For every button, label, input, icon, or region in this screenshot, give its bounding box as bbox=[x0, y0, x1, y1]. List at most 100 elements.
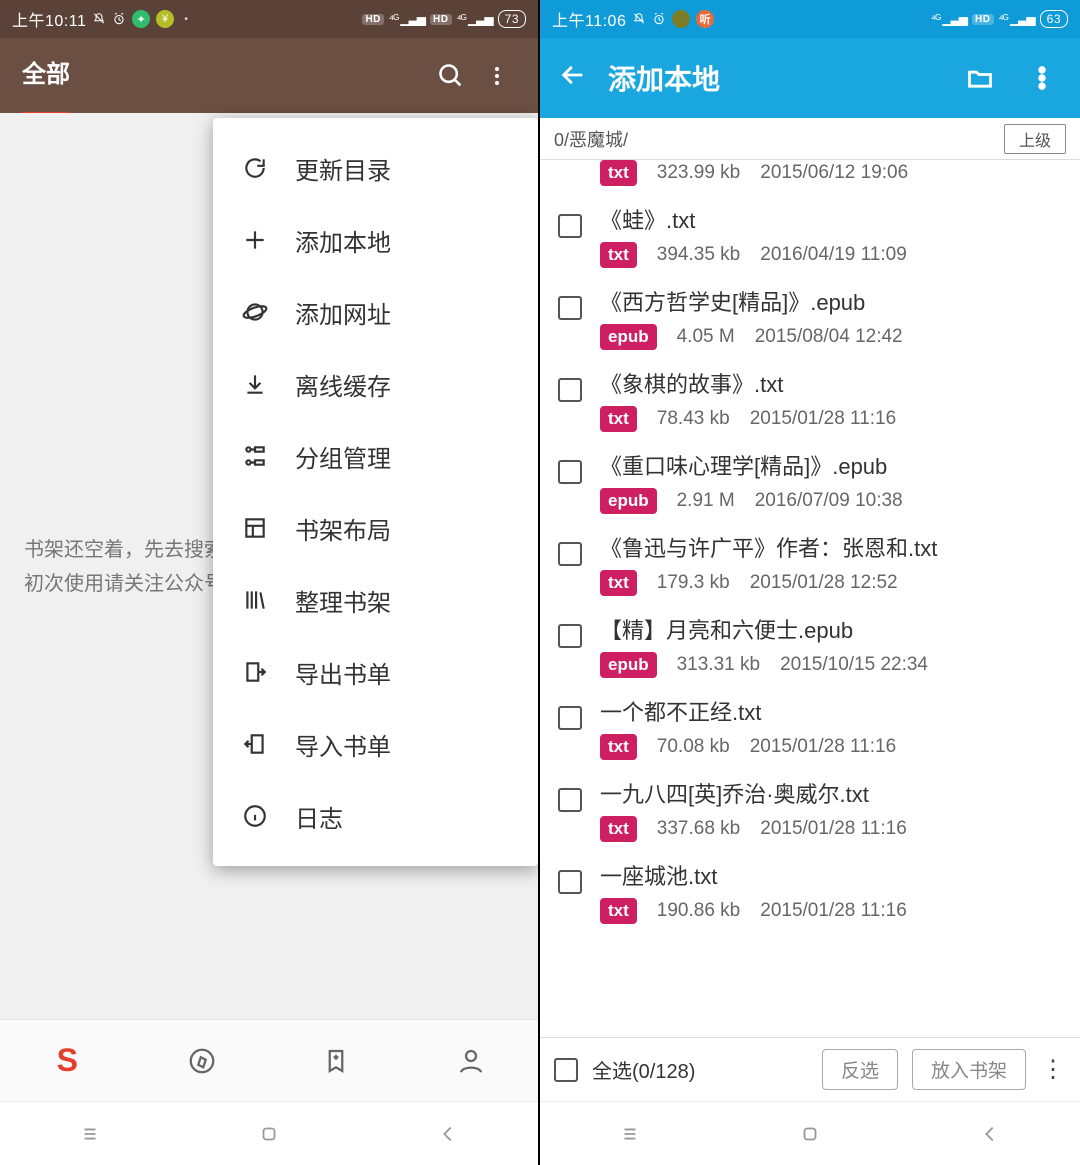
file-type-badge: txt bbox=[600, 570, 637, 596]
file-checkbox[interactable] bbox=[558, 788, 582, 812]
status-dot-yellow: ¥ bbox=[156, 10, 174, 28]
file-size: 394.35 kb bbox=[657, 244, 740, 266]
file-checkbox[interactable] bbox=[558, 624, 582, 648]
file-date: 2016/07/09 10:38 bbox=[755, 490, 903, 512]
file-checkbox[interactable] bbox=[558, 870, 582, 894]
page-title: 添加本地 bbox=[608, 58, 940, 98]
file-size: 2.91 M bbox=[677, 490, 735, 512]
nav-discover[interactable] bbox=[135, 1046, 270, 1076]
bookshelf-body: 书架还空着，先去搜索 初次使用请关注公众号 更新目录 添加本地 添加网址 离线缓… bbox=[0, 113, 538, 1019]
select-all-checkbox[interactable] bbox=[554, 1058, 578, 1082]
status-dot-app2: 听 bbox=[696, 10, 714, 28]
file-checkbox[interactable] bbox=[558, 706, 582, 730]
invert-select-button[interactable]: 反选 bbox=[822, 1049, 898, 1090]
file-name: 《西方哲学史[精品]》.epub bbox=[600, 288, 1064, 318]
signal-icon: ⁴ᴳ ▁▃▅ bbox=[999, 12, 1035, 26]
file-row[interactable]: txt323.99 kb2015/06/12 19:06 bbox=[540, 160, 1080, 196]
file-checkbox[interactable] bbox=[558, 378, 582, 402]
more-button[interactable]: ⋮ bbox=[1040, 1055, 1066, 1084]
file-row[interactable]: 《重口味心理学[精品]》.epubepub2.91 M2016/07/09 10… bbox=[540, 442, 1080, 524]
add-to-shelf-button[interactable]: 放入书架 bbox=[912, 1049, 1026, 1090]
menu-import-list[interactable]: 导入书单 bbox=[223, 708, 528, 780]
overflow-menu-button[interactable] bbox=[1020, 64, 1064, 92]
alarm-icon bbox=[652, 12, 666, 26]
overflow-menu: 更新目录 添加本地 添加网址 离线缓存 分组管理 书架布局 bbox=[213, 118, 538, 866]
folder-icon bbox=[966, 64, 994, 92]
home-button[interactable] bbox=[239, 1116, 299, 1152]
path-bar: 0/恶魔城/ 上级 bbox=[540, 118, 1080, 160]
file-row[interactable]: 一座城池.txttxt190.86 kb2015/01/28 11:16 bbox=[540, 852, 1080, 934]
file-checkbox[interactable] bbox=[558, 296, 582, 320]
overflow-menu-button[interactable] bbox=[474, 53, 520, 99]
file-row[interactable]: 《西方哲学史[精品]》.epubepub4.05 M2015/08/04 12:… bbox=[540, 278, 1080, 360]
empty-state-text: 书架还空着，先去搜索 初次使用请关注公众号 bbox=[24, 533, 224, 601]
chevron-left-icon bbox=[979, 1123, 1001, 1145]
menu-export-list[interactable]: 导出书单 bbox=[223, 636, 528, 708]
left-screenshot: 上午10:11 ✦ ¥ • HD ⁴ᴳ ▁▃▅ HD ⁴ᴳ ▁▃▅ 73 全部 bbox=[0, 0, 540, 1165]
file-row[interactable]: 《鲁迅与许广平》作者：张恩和.txttxt179.3 kb2015/01/28 … bbox=[540, 524, 1080, 606]
file-name: 一九八四[英]乔治·奥威尔.txt bbox=[600, 780, 1064, 810]
plus-icon bbox=[241, 226, 269, 254]
file-row[interactable]: 一九八四[英]乔治·奥威尔.txttxt337.68 kb2015/01/28 … bbox=[540, 770, 1080, 852]
system-nav bbox=[540, 1101, 1080, 1165]
menu-offline-cache[interactable]: 离线缓存 bbox=[223, 348, 528, 420]
recent-apps-button[interactable] bbox=[600, 1116, 660, 1152]
books-icon: S bbox=[57, 1042, 78, 1079]
nav-user[interactable] bbox=[404, 1046, 539, 1076]
square-icon bbox=[799, 1123, 821, 1145]
back-button[interactable] bbox=[556, 61, 590, 96]
menu-add-local[interactable]: 添加本地 bbox=[223, 204, 528, 276]
file-checkbox[interactable] bbox=[558, 214, 582, 238]
file-checkbox[interactable] bbox=[558, 542, 582, 566]
import-icon bbox=[241, 730, 269, 758]
nav-bookshelf[interactable]: S bbox=[0, 1042, 135, 1079]
up-level-button[interactable]: 上级 bbox=[1004, 124, 1066, 154]
file-name: 《象棋的故事》.txt bbox=[600, 370, 1064, 400]
user-icon bbox=[456, 1046, 486, 1076]
arrow-left-icon bbox=[559, 61, 587, 89]
compass-icon bbox=[187, 1046, 217, 1076]
folder-button[interactable] bbox=[958, 64, 1002, 92]
menu-update-catalog[interactable]: 更新目录 bbox=[223, 132, 528, 204]
battery-indicator: 63 bbox=[1040, 10, 1068, 28]
dnd-icon bbox=[632, 12, 646, 26]
library-icon bbox=[241, 586, 269, 614]
status-dots: • bbox=[184, 14, 188, 25]
tab-all[interactable]: 全部 bbox=[22, 54, 70, 97]
file-size: 337.68 kb bbox=[657, 818, 740, 840]
file-date: 2015/01/28 11:16 bbox=[750, 736, 897, 758]
file-row[interactable]: 一个都不正经.txttxt70.08 kb2015/01/28 11:16 bbox=[540, 688, 1080, 770]
bookmark-add-icon bbox=[321, 1046, 351, 1076]
more-vert-icon bbox=[1028, 64, 1056, 92]
menu-lines-icon bbox=[619, 1123, 641, 1145]
refresh-icon bbox=[241, 154, 269, 182]
menu-add-url[interactable]: 添加网址 bbox=[223, 276, 528, 348]
groups-icon bbox=[241, 442, 269, 470]
file-size: 190.86 kb bbox=[657, 900, 740, 922]
file-date: 2016/04/19 11:09 bbox=[760, 244, 907, 266]
search-button[interactable] bbox=[428, 53, 474, 99]
menu-group-manage[interactable]: 分组管理 bbox=[223, 420, 528, 492]
file-date: 2015/01/28 12:52 bbox=[750, 572, 898, 594]
alarm-icon bbox=[112, 12, 126, 26]
file-row[interactable]: 《象棋的故事》.txttxt78.43 kb2015/01/28 11:16 bbox=[540, 360, 1080, 442]
menu-tidy-shelf[interactable]: 整理书架 bbox=[223, 564, 528, 636]
system-nav bbox=[0, 1101, 538, 1165]
file-checkbox[interactable] bbox=[558, 460, 582, 484]
bottom-nav: S bbox=[0, 1019, 538, 1101]
nav-bookmark[interactable] bbox=[269, 1046, 404, 1076]
file-row[interactable]: 《蛙》.txttxt394.35 kb2016/04/19 11:09 bbox=[540, 196, 1080, 278]
file-size: 313.31 kb bbox=[677, 654, 760, 676]
hd-badge-icon: HD bbox=[430, 14, 451, 25]
menu-log[interactable]: 日志 bbox=[223, 780, 528, 852]
back-button[interactable] bbox=[960, 1116, 1020, 1152]
file-list[interactable]: txt323.99 kb2015/06/12 19:06《蛙》.txttxt39… bbox=[540, 160, 1080, 1037]
menu-shelf-layout[interactable]: 书架布局 bbox=[223, 492, 528, 564]
file-name: 【精】月亮和六便士.epub bbox=[600, 616, 1064, 646]
home-button[interactable] bbox=[780, 1116, 840, 1152]
back-button[interactable] bbox=[418, 1116, 478, 1152]
status-dot-green: ✦ bbox=[132, 10, 150, 28]
recent-apps-button[interactable] bbox=[60, 1116, 120, 1152]
file-type-badge: epub bbox=[600, 488, 657, 514]
file-row[interactable]: 【精】月亮和六便士.epubepub313.31 kb2015/10/15 22… bbox=[540, 606, 1080, 688]
